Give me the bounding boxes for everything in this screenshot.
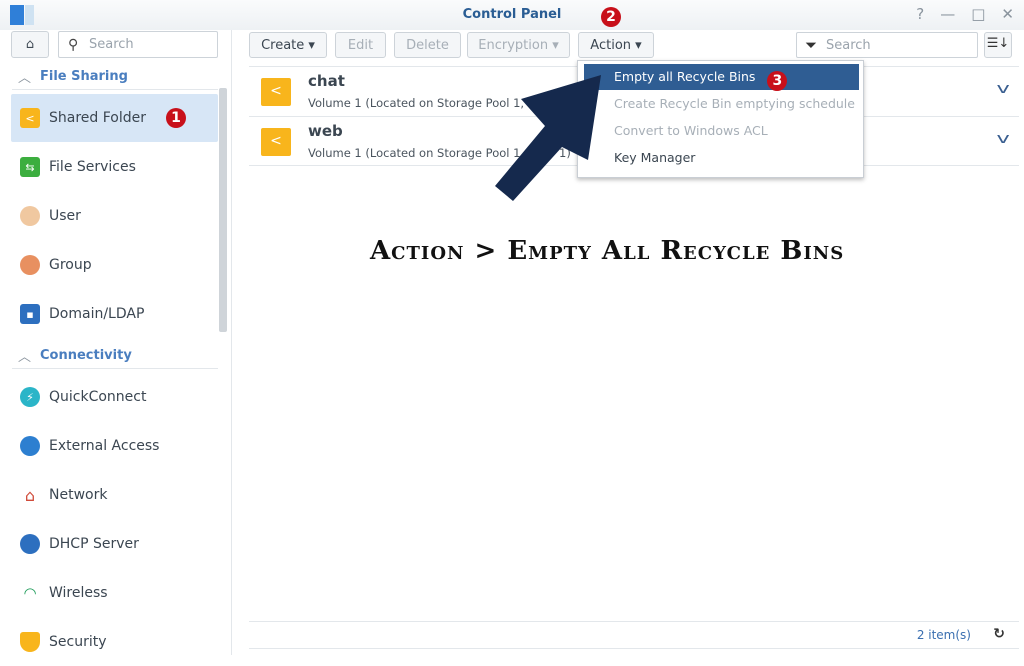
annotation-arrow	[495, 75, 601, 201]
instruction-caption: Action > Empty All Recycle Bins	[370, 236, 845, 266]
refresh-icon[interactable]: ↻	[993, 626, 1005, 642]
arrow-icon	[495, 75, 601, 201]
status-bar: 2 item(s) ↻	[249, 621, 1019, 649]
item-count: 2 item(s)	[916, 628, 971, 642]
